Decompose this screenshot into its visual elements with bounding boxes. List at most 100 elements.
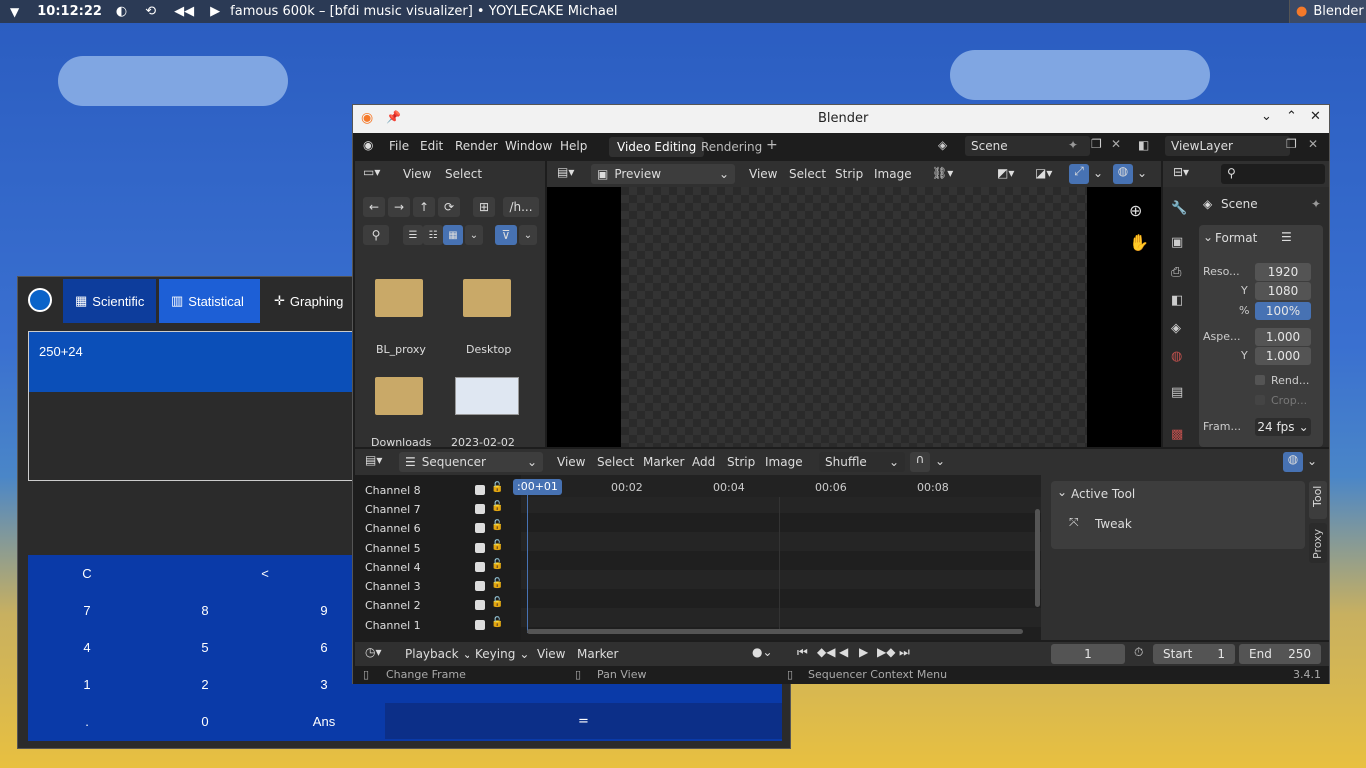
channel-label[interactable]: Channel 6 xyxy=(365,522,421,535)
channel-mute-checkbox[interactable] xyxy=(475,485,485,495)
duplicate-layer-icon[interactable]: ❐ xyxy=(1286,137,1297,151)
lock-icon[interactable]: 🔓 xyxy=(491,501,503,512)
back-button[interactable]: ← xyxy=(363,197,385,217)
lock-icon[interactable]: 🔓 xyxy=(491,540,503,551)
tweak-tool-label[interactable]: Tweak xyxy=(1095,517,1132,531)
fb-menu-select[interactable]: Select xyxy=(445,167,482,181)
pin-icon[interactable]: ✦ xyxy=(1311,197,1321,211)
tab-rendering[interactable]: Rendering xyxy=(701,140,762,154)
active-tool-label[interactable]: Active Tool xyxy=(1071,487,1135,501)
channel-mute-checkbox[interactable] xyxy=(475,504,485,514)
output-tab-icon[interactable]: ⎙ xyxy=(1171,265,1181,280)
collection-tab-icon[interactable]: ▤ xyxy=(1171,385,1183,400)
editor-type-icon[interactable]: ⊟▾ xyxy=(1173,165,1189,179)
file-item[interactable]: 2023-02-02 xyxy=(451,357,521,449)
preview-canvas[interactable] xyxy=(621,187,1087,447)
key-5[interactable]: 5 xyxy=(146,629,264,665)
view-layer-tab-icon[interactable]: ◧ xyxy=(1171,293,1183,308)
next-keyframe-icon[interactable]: ▶◆ xyxy=(877,645,895,659)
editor-type-icon[interactable]: ▤▾ xyxy=(365,453,382,467)
key-7[interactable]: 7 xyxy=(28,592,146,628)
tool-tab-icon[interactable]: 🔧 xyxy=(1171,201,1187,216)
lock-icon[interactable]: 🔓 xyxy=(491,578,503,589)
path-field[interactable]: /h... xyxy=(503,197,539,217)
crop-checkbox[interactable] xyxy=(1255,395,1265,405)
seq-menu-add[interactable]: Add xyxy=(692,455,715,469)
scene-tab-icon[interactable]: ◈ xyxy=(1171,321,1181,336)
zoom-icon[interactable]: ⊕ xyxy=(1129,201,1142,220)
view-layer-field[interactable]: ViewLayer xyxy=(1165,136,1290,156)
vertical-scrollbar[interactable] xyxy=(1035,509,1040,607)
file-item[interactable]: Downloads xyxy=(365,357,435,449)
prev-keyframe-icon[interactable]: ◆◀ xyxy=(817,645,835,659)
world-tab-icon[interactable]: ◍ xyxy=(1171,349,1182,364)
menu-arrow-icon[interactable]: ▼ xyxy=(10,5,19,19)
snap-options-icon[interactable]: ⌄ xyxy=(935,454,945,468)
stopwatch-icon[interactable]: ⏱ xyxy=(1134,645,1143,660)
sequencer-mode-dropdown[interactable]: ☰ Sequencer ⌄ xyxy=(399,452,543,472)
key-0[interactable]: 0 xyxy=(146,703,264,739)
overlay-icon[interactable]: ◍ xyxy=(1113,164,1133,184)
channel-mute-checkbox[interactable] xyxy=(475,523,485,533)
pv-menu-select[interactable]: Select xyxy=(789,167,826,181)
display-channels-icon[interactable]: ◩▾ xyxy=(997,166,1014,180)
editor-type-icon[interactable]: ▭▾ xyxy=(363,165,380,179)
seq-menu-image[interactable]: Image xyxy=(765,455,803,469)
view-type-dropdown[interactable]: ▣ Preview ⌄ xyxy=(591,164,735,184)
pv-menu-strip[interactable]: Strip xyxy=(835,167,863,181)
properties-search[interactable]: ⚲ xyxy=(1221,164,1325,184)
play-icon[interactable]: ▶ xyxy=(210,4,220,19)
tab-proxy[interactable]: Proxy xyxy=(1309,523,1327,563)
forward-button[interactable]: → xyxy=(388,197,410,217)
jump-start-icon[interactable]: ⏮ xyxy=(797,645,808,660)
play-icon[interactable]: ▶ xyxy=(859,645,868,659)
channel-mute-checkbox[interactable] xyxy=(475,562,485,572)
refresh-button[interactable]: ⟳ xyxy=(438,197,460,217)
keying-dropdown[interactable]: Keying ⌄ xyxy=(469,644,529,664)
scene-selector-icon[interactable]: ◈ xyxy=(938,138,947,152)
display-options-button[interactable]: ⌄ xyxy=(465,225,483,245)
playhead-line[interactable] xyxy=(527,493,528,633)
display-list-button[interactable]: ☰ xyxy=(403,225,423,245)
pin-icon[interactable]: 📌 xyxy=(386,110,401,124)
menu-edit[interactable]: Edit xyxy=(420,139,443,153)
link-icon[interactable]: ⛓▾ xyxy=(932,166,953,180)
snap-icon[interactable]: ∩ xyxy=(910,452,930,472)
timeline-menu-marker[interactable]: Marker xyxy=(577,647,618,661)
hand-pan-icon[interactable]: ✋ xyxy=(1129,233,1149,252)
collapse-icon[interactable]: ⌄ xyxy=(1203,230,1213,244)
duplicate-scene-icon[interactable]: ❐ xyxy=(1091,137,1102,151)
channel-label[interactable]: Channel 7 xyxy=(365,503,421,516)
resolution-percent-field[interactable]: 100% xyxy=(1255,302,1311,320)
remove-scene-icon[interactable]: ✕ xyxy=(1111,137,1121,151)
time-ruler[interactable] xyxy=(521,475,1041,497)
tab-tool[interactable]: Tool xyxy=(1309,481,1327,519)
tab-video-editing[interactable]: Video Editing xyxy=(609,137,705,157)
filter-button[interactable]: ⊽ xyxy=(495,225,517,245)
render-region-checkbox[interactable] xyxy=(1255,375,1265,385)
new-folder-button[interactable]: ⊞ xyxy=(473,197,495,217)
blender-menu-icon[interactable]: ◉ xyxy=(363,138,373,152)
tab-scientific[interactable]: ▦ Scientific xyxy=(63,279,157,323)
parent-dir-button[interactable]: ↑ xyxy=(413,197,435,217)
menu-help[interactable]: Help xyxy=(560,139,587,153)
collapse-icon[interactable]: ⌄ xyxy=(1057,485,1067,499)
playhead-label[interactable]: :00+01 xyxy=(513,479,562,495)
seq-menu-select[interactable]: Select xyxy=(597,455,634,469)
maximize-icon[interactable]: ⌃ xyxy=(1286,109,1297,124)
key-4[interactable]: 4 xyxy=(28,629,146,665)
playback-dropdown[interactable]: Playback ⌄ xyxy=(399,644,473,664)
ans-button[interactable]: Ans xyxy=(265,703,383,739)
seq-menu-marker[interactable]: Marker xyxy=(643,455,684,469)
editor-type-icon[interactable]: ▤▾ xyxy=(557,165,574,179)
pv-menu-image[interactable]: Image xyxy=(874,167,912,181)
aspect-y-field[interactable]: 1.000 xyxy=(1255,347,1311,365)
close-icon[interactable]: ✕ xyxy=(1310,109,1321,124)
channel-label[interactable]: Channel 1 xyxy=(365,619,421,632)
file-item[interactable]: BL_proxy xyxy=(365,261,435,356)
file-item[interactable]: Desktop xyxy=(453,261,523,356)
lock-icon[interactable]: 🔓 xyxy=(491,520,503,531)
key-8[interactable]: 8 xyxy=(146,592,264,628)
channel-label[interactable]: Channel 3 xyxy=(365,580,421,593)
previous-track-icon[interactable]: ◀◀ xyxy=(174,4,194,19)
